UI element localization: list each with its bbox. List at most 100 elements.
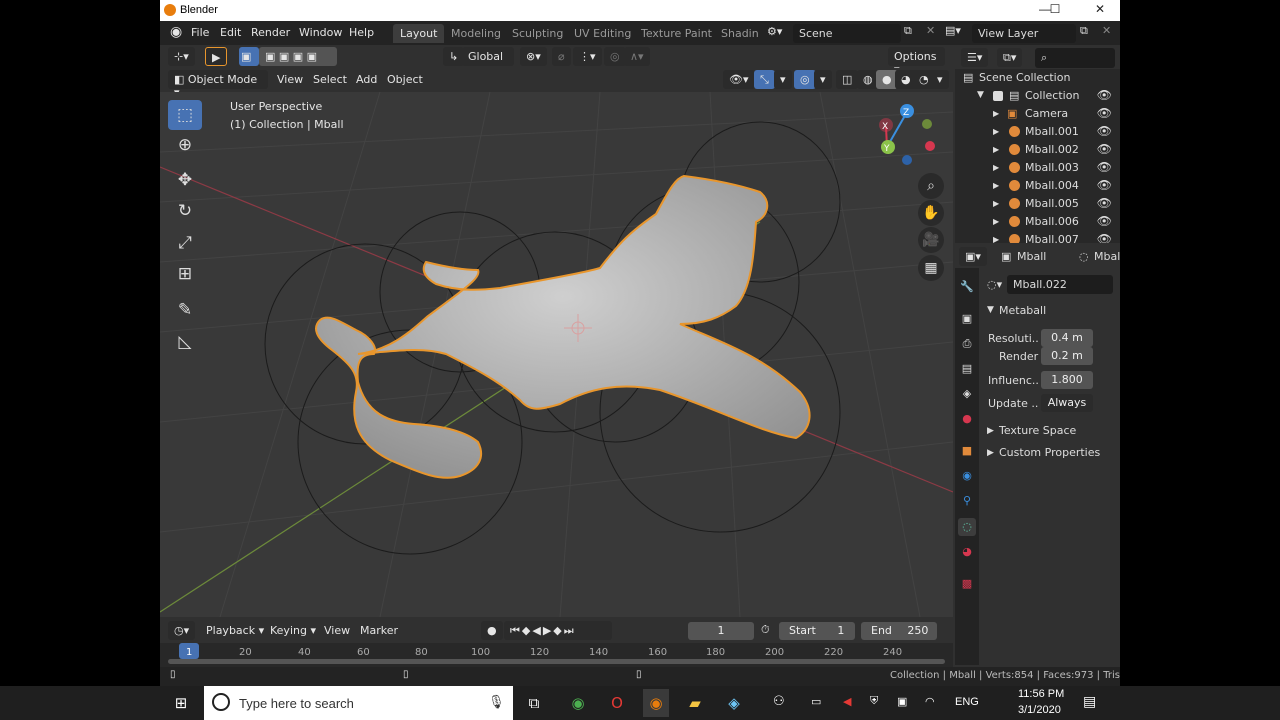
app-icon[interactable]: ◈ (721, 692, 747, 714)
camera-view-icon[interactable]: 🎥 (918, 227, 944, 253)
menu-object[interactable]: Object (387, 73, 423, 86)
language-indicator[interactable]: ENG (955, 696, 979, 708)
menu-render[interactable]: Render (251, 26, 290, 39)
datablock-name-field[interactable]: Mball.022 (1007, 275, 1113, 294)
notifications-icon[interactable]: ▤ (1083, 693, 1096, 710)
outliner-item[interactable]: ▶ Mball.006 👁 (955, 213, 1120, 231)
outliner-scene-collection[interactable]: ▤ Scene Collection (955, 69, 1120, 87)
xray-icon[interactable]: ◫ (836, 70, 859, 89)
chrome-icon[interactable]: ◉ (565, 692, 591, 714)
tab-modeling[interactable]: Modeling (444, 24, 508, 43)
eye-icon[interactable]: 👁 (1097, 142, 1112, 156)
eye-icon[interactable]: 👁 (1097, 214, 1112, 228)
mode-dropdown[interactable]: ◧ Object Mode ▾ (168, 70, 268, 99)
blender-taskbar-icon[interactable]: ◉ (643, 689, 669, 717)
menu-file[interactable]: File (191, 26, 209, 39)
eye-icon[interactable]: 👁 (1097, 232, 1112, 243)
delete-view-layer-icon[interactable]: ✕ (1102, 24, 1111, 37)
constraints-tab-icon[interactable]: ⚲ (958, 492, 976, 510)
shading-dropdown-icon[interactable]: ▾ (931, 70, 949, 89)
world-tab-icon[interactable]: ● (958, 410, 976, 428)
outliner-item[interactable]: ▶ ▣ Camera 👁 (955, 105, 1120, 123)
output-tab-icon[interactable]: ⎙ (958, 335, 976, 353)
expand-arrow-icon[interactable]: ▶ (993, 235, 999, 243)
delete-scene-icon[interactable]: ✕ (926, 24, 935, 37)
section-collapse-icon[interactable]: ▶ (987, 426, 994, 436)
pan-hand-icon[interactable]: ✋ (918, 200, 944, 226)
outliner-item[interactable]: ▶ Mball.007 👁 (955, 231, 1120, 243)
battery-icon[interactable]: ▭ (811, 695, 821, 708)
view-layer-tab-icon[interactable]: ▤ (958, 360, 976, 378)
wifi-icon[interactable]: ◠ (925, 695, 935, 708)
windows-start-icon[interactable]: ⊞ (168, 692, 194, 714)
overlay-toggle-icon[interactable]: ◎ (794, 70, 816, 89)
pivot-icon[interactable]: ⊗▾ (520, 47, 547, 66)
influence-field[interactable]: 1.800 (1041, 371, 1093, 389)
move-tool[interactable]: ✥ (168, 165, 202, 195)
menu-timeline-view[interactable]: View (324, 624, 350, 637)
stopwatch-icon[interactable]: ⏱ (761, 623, 770, 637)
options-dropdown[interactable]: Options ▾ (888, 47, 945, 76)
usb-icon[interactable]: ▣ (897, 695, 907, 708)
editor-type-icon[interactable]: ⊹▾ (168, 47, 195, 66)
section-collapse-icon[interactable]: ▶ (987, 448, 994, 458)
outliner-item[interactable]: ▶ Mball.002 👁 (955, 141, 1120, 159)
checkbox-icon[interactable] (993, 91, 1003, 101)
timeline-editor-type-icon[interactable]: ◷▾ (168, 621, 196, 640)
menu-select[interactable]: Select (313, 73, 347, 86)
custom-properties-section[interactable]: Custom Properties (999, 446, 1100, 459)
rotate-tool[interactable]: ↻ (168, 196, 202, 226)
expand-arrow-icon[interactable]: ▶ (993, 163, 999, 172)
new-view-layer-icon[interactable]: ⧉ (1080, 24, 1088, 38)
menu-keying[interactable]: Keying ▾ (270, 624, 316, 637)
falloff-icon[interactable]: ∧▾ (624, 47, 650, 66)
opera-icon[interactable]: O (604, 692, 630, 714)
zoom-icon[interactable]: ⌕ (918, 173, 944, 199)
annotate-tool[interactable]: ✎ (168, 295, 202, 325)
taskbar-search[interactable]: Type here to search 🎙 (204, 686, 513, 720)
expand-arrow-icon[interactable]: ▶ (993, 127, 999, 136)
select-mode-icons[interactable]: ▣ ▣ ▣ ▣ (259, 47, 337, 66)
outliner-item[interactable]: ▶ Mball.005 👁 (955, 195, 1120, 213)
record-icon[interactable]: ● (481, 621, 503, 640)
metaball-section-label[interactable]: Metaball (999, 304, 1046, 317)
expand-arrow-icon[interactable]: ▶ (993, 217, 999, 226)
scene-tab-icon[interactable]: ◈ (958, 385, 976, 403)
eye-icon[interactable]: 👁 (1097, 178, 1112, 192)
snap-target-icon[interactable]: ⋮▾ (573, 47, 602, 66)
eye-icon[interactable]: 👁 (1097, 160, 1112, 174)
menu-window[interactable]: Window (299, 26, 342, 39)
menu-add[interactable]: Add (356, 73, 377, 86)
expand-arrow-icon[interactable]: ▶ (993, 181, 999, 190)
resolution-field[interactable]: 0.4 m (1041, 329, 1093, 347)
eye-icon[interactable]: 👁 (1097, 106, 1112, 120)
outliner-editor-type-icon[interactable]: ☰▾ (961, 48, 989, 67)
gizmo-dropdown-icon[interactable]: ▾ (774, 70, 792, 89)
texture-tab-icon[interactable]: ▩ (958, 575, 976, 593)
section-expand-icon[interactable]: ▼ (987, 305, 994, 315)
tab-layout[interactable]: Layout (393, 24, 445, 43)
tab-sculpting[interactable]: Sculpting (505, 24, 570, 43)
expand-arrow-icon[interactable]: ▶ (993, 199, 999, 208)
maximize-button[interactable]: ☐ (1040, 2, 1070, 19)
view-layer-field[interactable]: View Layer (972, 24, 1076, 43)
network-icon[interactable]: ⛨ (870, 695, 878, 708)
timeline-scrollbar[interactable] (168, 659, 945, 664)
visibility-icon[interactable]: 👁▾ (723, 70, 755, 89)
eye-icon[interactable]: 👁 (1097, 124, 1112, 138)
menu-marker[interactable]: Marker (360, 624, 398, 637)
expand-arrow-icon[interactable]: ▶ (993, 109, 999, 118)
clock-time[interactable]: 11:56 PM (1018, 688, 1064, 700)
snap-icon[interactable]: ⌀ (552, 47, 571, 66)
clock-date[interactable]: 3/1/2020 (1018, 704, 1061, 716)
outliner-collection[interactable]: ▼ ▤ Collection 👁 (955, 87, 1120, 105)
microphone-icon[interactable]: 🎙 (488, 694, 505, 710)
orientation-dropdown[interactable]: Global (462, 47, 514, 66)
current-frame-field[interactable]: 1 (688, 622, 754, 640)
render-resolution-field[interactable]: 0.2 m (1041, 347, 1093, 365)
view-layer-icon[interactable]: ▤▾ (945, 24, 961, 37)
proportional-edit-icon[interactable]: ◎ (604, 47, 626, 66)
3d-viewport[interactable]: Z X Y User Perspective (1) Collection | … (160, 92, 953, 617)
menu-view[interactable]: View (277, 73, 303, 86)
measure-tool[interactable]: ◺ (168, 327, 202, 357)
